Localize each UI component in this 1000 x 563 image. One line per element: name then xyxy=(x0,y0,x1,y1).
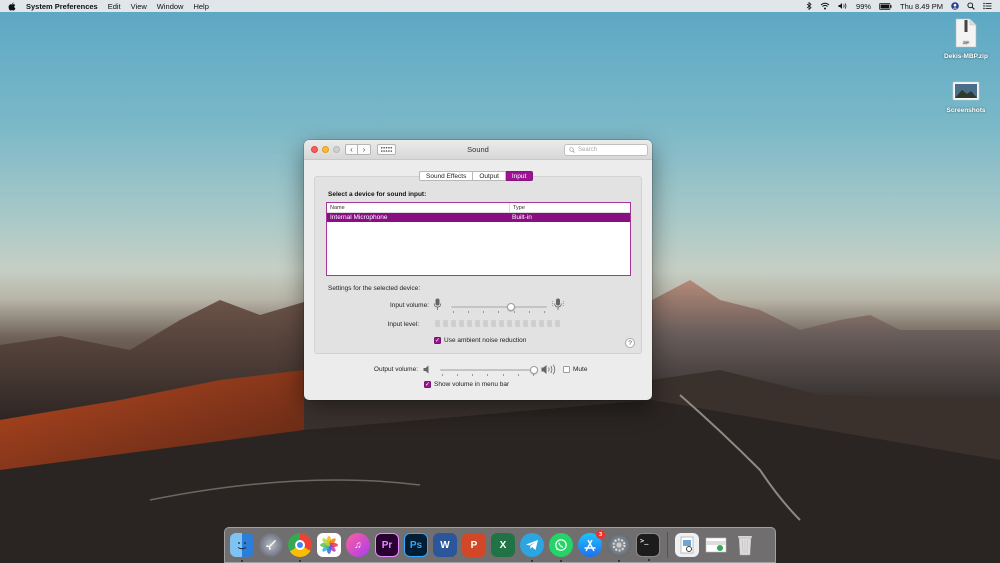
zip-file-icon: ZIP xyxy=(936,18,996,50)
tab-input[interactable]: Input xyxy=(505,171,534,181)
powerpoint-icon[interactable]: P xyxy=(462,533,486,557)
desktop-folder-screenshots[interactable]: Screenshots xyxy=(936,80,996,114)
ambient-noise-row[interactable]: ✓ Use ambient noise reduction xyxy=(434,337,526,344)
menu-bar: System Preferences Edit View Window Help… xyxy=(0,0,1000,12)
menu-app-name[interactable]: System Preferences xyxy=(26,2,98,11)
output-volume-slider[interactable] xyxy=(530,366,539,374)
app-store-icon[interactable]: 3 xyxy=(578,530,605,557)
excel-icon[interactable]: X xyxy=(491,533,515,557)
device-name: Internal Microphone xyxy=(330,214,388,221)
sound-tabs: Sound Effects Output Input xyxy=(419,171,534,181)
battery-percent: 99% xyxy=(856,1,872,11)
search-placeholder: Search xyxy=(578,147,598,153)
itunes-icon[interactable]: ♫ xyxy=(346,533,370,557)
running-indicator xyxy=(560,560,562,562)
downloads-stack-icon[interactable] xyxy=(704,533,728,557)
photos-icon[interactable] xyxy=(317,533,341,557)
running-indicator xyxy=(618,560,620,562)
apple-menu-icon[interactable] xyxy=(8,2,16,11)
input-panel: Select a device for sound input: Name Ty… xyxy=(314,176,642,354)
help-button[interactable]: ? xyxy=(625,338,635,348)
notification-center-icon[interactable] xyxy=(983,2,992,10)
terminal-icon[interactable]: >_ xyxy=(636,533,660,561)
running-indicator xyxy=(648,559,650,561)
desktop-folder-label: Screenshots xyxy=(946,107,986,114)
sound-preferences-window: ‹ › Sound Search Select a device for sou… xyxy=(304,140,652,400)
speaker-low-icon xyxy=(423,365,429,374)
table-header: Name Type xyxy=(327,203,630,213)
menu-window[interactable]: Window xyxy=(157,2,184,11)
search-input[interactable]: Search xyxy=(564,144,648,156)
column-header-type[interactable]: Type xyxy=(509,203,630,212)
bluetooth-icon[interactable] xyxy=(806,2,812,10)
wifi-icon[interactable] xyxy=(820,2,830,10)
system-preferences-icon[interactable] xyxy=(607,533,631,562)
dock: ♫ Pr Ps W P X 3 >_ xyxy=(224,527,776,563)
menu-help[interactable]: Help xyxy=(193,2,208,11)
ambient-noise-checkbox[interactable]: ✓ xyxy=(434,337,441,344)
menubar-clock[interactable]: Thu 8.49 PM xyxy=(900,2,943,11)
search-icon xyxy=(569,147,575,153)
input-volume-ticks xyxy=(453,311,545,313)
word-icon[interactable]: W xyxy=(433,533,457,557)
tab-sound-effects[interactable]: Sound Effects xyxy=(419,171,474,181)
user-avatar-icon[interactable] xyxy=(951,2,959,10)
trash-icon[interactable] xyxy=(733,533,757,557)
ambient-noise-label: Use ambient noise reduction xyxy=(444,337,527,344)
menu-view[interactable]: View xyxy=(131,2,147,11)
menu-edit[interactable]: Edit xyxy=(108,2,121,11)
show-volume-row[interactable]: ✓ Show volume in menu bar xyxy=(424,381,509,388)
running-indicator xyxy=(241,560,243,562)
tab-output[interactable]: Output xyxy=(473,171,506,181)
table-row[interactable]: Internal Microphone Built-in xyxy=(327,213,630,222)
running-indicator xyxy=(531,560,533,562)
output-volume-label: Output volume: xyxy=(373,366,418,373)
output-volume-ticks xyxy=(442,374,534,376)
device-type: Built-in xyxy=(512,214,532,221)
window-titlebar[interactable]: ‹ › Sound Search xyxy=(304,140,652,160)
input-volume-track[interactable] xyxy=(451,306,547,308)
input-device-table[interactable]: Name Type Internal Microphone Built-in xyxy=(326,202,631,276)
preview-icon[interactable] xyxy=(675,533,699,557)
settings-label: Settings for the selected device: xyxy=(328,285,421,292)
finder-icon[interactable] xyxy=(230,533,254,562)
select-device-label: Select a device for sound input: xyxy=(328,191,427,198)
mute-row[interactable]: Mute xyxy=(563,366,587,373)
svg-text:ZIP: ZIP xyxy=(963,40,970,45)
desktop-file-zip[interactable]: ZIP Dekis-MBP.zip xyxy=(936,18,996,60)
mute-checkbox[interactable] xyxy=(563,366,570,373)
whatsapp-icon[interactable] xyxy=(549,533,573,562)
microphone-high-icon xyxy=(552,298,564,310)
telegram-icon[interactable] xyxy=(520,533,544,562)
column-header-name[interactable]: Name xyxy=(327,203,509,212)
desktop-file-label: Dekis-MBP.zip xyxy=(944,53,988,60)
mute-label: Mute xyxy=(573,366,588,373)
spotlight-search-icon[interactable] xyxy=(967,2,975,10)
battery-icon[interactable] xyxy=(879,2,892,10)
running-indicator xyxy=(299,560,301,562)
show-volume-label: Show volume in menu bar xyxy=(434,381,510,388)
microphone-low-icon xyxy=(433,298,442,310)
dock-separator xyxy=(667,532,668,558)
chrome-icon[interactable] xyxy=(288,533,312,562)
volume-icon[interactable] xyxy=(838,2,848,10)
notification-badge: 3 xyxy=(596,530,605,539)
show-volume-checkbox[interactable]: ✓ xyxy=(424,381,431,388)
folder-image-icon xyxy=(936,80,996,104)
launchpad-icon[interactable] xyxy=(259,533,283,557)
premiere-icon[interactable]: Pr xyxy=(375,533,399,557)
input-level-meter xyxy=(435,320,560,327)
output-volume-track[interactable] xyxy=(440,369,536,371)
input-level-label: Input level: xyxy=(387,321,419,328)
input-volume-label: Input volume: xyxy=(389,302,429,309)
input-volume-slider[interactable] xyxy=(506,303,515,311)
speaker-high-icon xyxy=(541,364,556,375)
photoshop-icon[interactable]: Ps xyxy=(404,533,428,557)
